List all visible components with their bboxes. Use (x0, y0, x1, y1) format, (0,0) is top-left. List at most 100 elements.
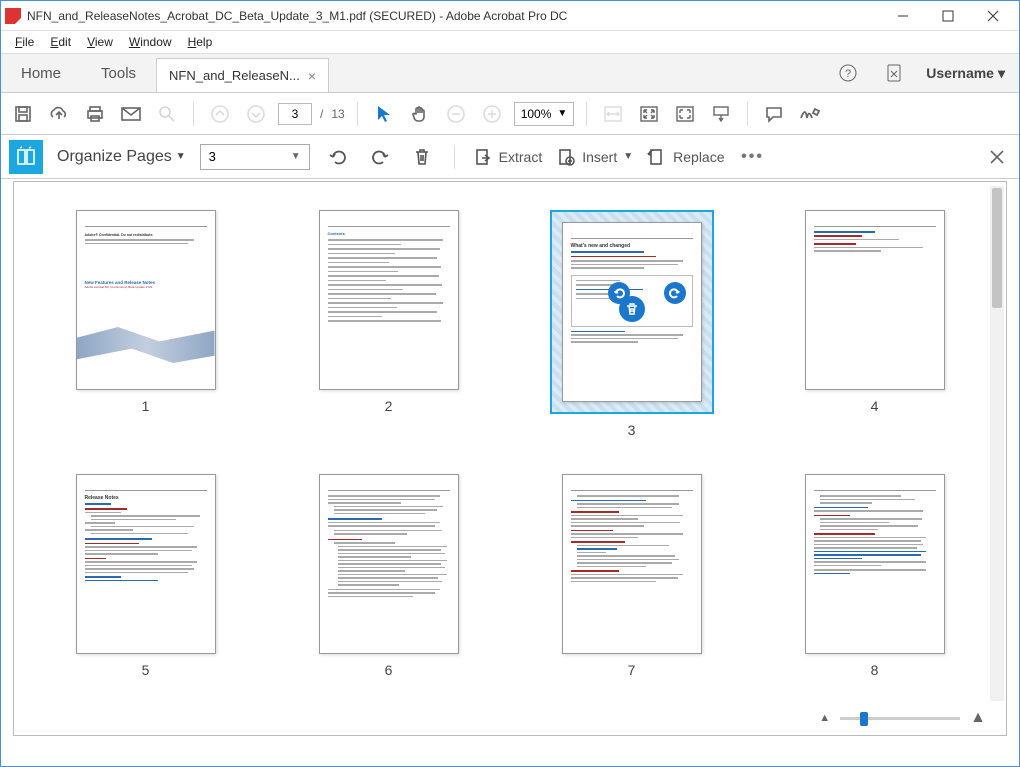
sign-icon[interactable] (796, 100, 824, 128)
separator (193, 102, 194, 126)
page-thumbnail[interactable]: 7 (540, 474, 723, 678)
tab-document[interactable]: NFN_and_ReleaseN... × (156, 58, 329, 92)
chevron-down-icon: ▾ (998, 65, 1005, 82)
organize-pages-tile[interactable] (9, 140, 43, 174)
menu-file[interactable]: File (9, 33, 40, 51)
tab-close-icon[interactable]: × (308, 68, 316, 84)
thumbnail-number: 1 (142, 398, 150, 414)
zoom-slider-handle[interactable] (860, 712, 868, 726)
app-icon (5, 8, 21, 24)
comment-icon[interactable] (760, 100, 788, 128)
device-icon[interactable] (880, 59, 908, 87)
page-sep: / (320, 107, 323, 121)
thumbnail-panel: Adobe® Confidential. Do not redistribute… (13, 181, 1007, 736)
tabstrip: Home Tools NFN_and_ReleaseN... × ? Usern… (1, 53, 1019, 93)
print-icon[interactable] (81, 100, 109, 128)
thumbnail-zoom: ▲ ▲ (819, 709, 986, 727)
extract-label: Extract (499, 149, 543, 165)
fit-page-icon[interactable] (635, 100, 663, 128)
menu-help[interactable]: Help (182, 33, 219, 51)
menu-edit[interactable]: Edit (44, 33, 77, 51)
tab-document-label: NFN_and_ReleaseN... (169, 68, 300, 83)
help-icon[interactable]: ? (834, 59, 862, 87)
titlebar: NFN_and_ReleaseNotes_Acrobat_DC_Beta_Upd… (1, 1, 1019, 31)
cloud-upload-icon[interactable] (45, 100, 73, 128)
zoom-slider[interactable] (840, 717, 960, 720)
page-select-dropdown[interactable]: 3▼ (200, 144, 310, 170)
thumbnail-number: 2 (385, 398, 393, 414)
maximize-button[interactable] (925, 2, 970, 30)
vertical-scrollbar[interactable] (990, 186, 1004, 701)
chevron-down-icon: ▼ (291, 151, 301, 162)
pointer-icon[interactable] (370, 100, 398, 128)
separator (747, 102, 748, 126)
page-select-value: 3 (209, 149, 216, 164)
more-icon[interactable]: ••• (739, 143, 767, 171)
thumbnail-number: 6 (385, 662, 393, 678)
menu-window[interactable]: Window (123, 33, 178, 51)
page-thumbnail[interactable]: Adobe® Confidential. Do not redistribute… (54, 210, 237, 438)
insert-button[interactable]: Insert ▼ (556, 147, 633, 167)
search-icon[interactable] (153, 100, 181, 128)
close-panel-icon[interactable] (983, 143, 1011, 171)
mail-icon[interactable] (117, 100, 145, 128)
page-thumbnail[interactable]: Contents 2 (297, 210, 480, 438)
replace-icon (647, 147, 667, 167)
page-thumbnail[interactable]: 8 (783, 474, 966, 678)
page-up-icon[interactable] (206, 100, 234, 128)
minimize-button[interactable] (880, 2, 925, 30)
fit-width-icon[interactable] (599, 100, 627, 128)
organize-bar: Organize Pages▼ 3▼ Extract Insert ▼ Repl… (1, 135, 1019, 179)
page-thumbnail[interactable]: 6 (297, 474, 480, 678)
username-label: Username (926, 65, 994, 81)
thumbnail-number: 4 (871, 398, 879, 414)
reading-mode-icon[interactable] (707, 100, 735, 128)
organize-title-label: Organize Pages (57, 148, 172, 166)
window-title: NFN_and_ReleaseNotes_Acrobat_DC_Beta_Upd… (27, 9, 880, 23)
organize-pages-menu[interactable]: Organize Pages ▼ (57, 148, 186, 166)
thumbnail-number: 3 (628, 422, 636, 438)
rotate-cw-icon[interactable] (366, 143, 394, 171)
zoom-value: 100% (521, 107, 552, 121)
chevron-down-icon: ▼ (623, 151, 633, 162)
main-toolbar: / 13 100% ▼ (1, 93, 1019, 135)
save-icon[interactable] (9, 100, 37, 128)
scrollbar-thumb[interactable] (992, 188, 1002, 308)
username-menu[interactable]: Username ▾ (926, 65, 1005, 82)
page-thumbnail[interactable]: What's new and changed 3 (540, 210, 723, 438)
fit-visible-icon[interactable] (671, 100, 699, 128)
replace-label: Replace (673, 149, 724, 165)
hand-icon[interactable] (406, 100, 434, 128)
insert-label: Insert (582, 149, 617, 165)
separator (454, 145, 455, 169)
menubar: File Edit View Window Help (1, 31, 1019, 53)
svg-text:?: ? (845, 68, 851, 80)
page-down-icon[interactable] (242, 100, 270, 128)
separator (357, 102, 358, 126)
thumbnail-number: 5 (142, 662, 150, 678)
page-total: 13 (331, 107, 344, 121)
trash-icon[interactable] (408, 143, 436, 171)
close-button[interactable] (970, 2, 1015, 30)
zoom-in-icon[interactable] (478, 100, 506, 128)
replace-button[interactable]: Replace (647, 147, 724, 167)
tab-home[interactable]: Home (1, 54, 81, 92)
thumbnail-number: 7 (628, 662, 636, 678)
rotate-ccw-icon[interactable] (324, 143, 352, 171)
zoom-out-small-icon[interactable]: ▲ (819, 712, 830, 724)
chevron-down-icon: ▼ (176, 151, 186, 162)
extract-button[interactable]: Extract (473, 147, 543, 167)
tab-tools[interactable]: Tools (81, 54, 156, 92)
page-thumbnail[interactable]: 4 (783, 210, 966, 438)
separator (586, 102, 587, 126)
zoom-select[interactable]: 100% ▼ (514, 102, 575, 126)
chevron-down-icon: ▼ (557, 108, 567, 119)
zoom-in-large-icon[interactable]: ▲ (970, 709, 986, 727)
thumbnail-number: 8 (871, 662, 879, 678)
zoom-out-icon[interactable] (442, 100, 470, 128)
page-thumbnail[interactable]: Release Notes 5 (54, 474, 237, 678)
insert-icon (556, 147, 576, 167)
page-number-input[interactable] (278, 103, 312, 125)
menu-view[interactable]: View (81, 33, 119, 51)
extract-icon (473, 147, 493, 167)
